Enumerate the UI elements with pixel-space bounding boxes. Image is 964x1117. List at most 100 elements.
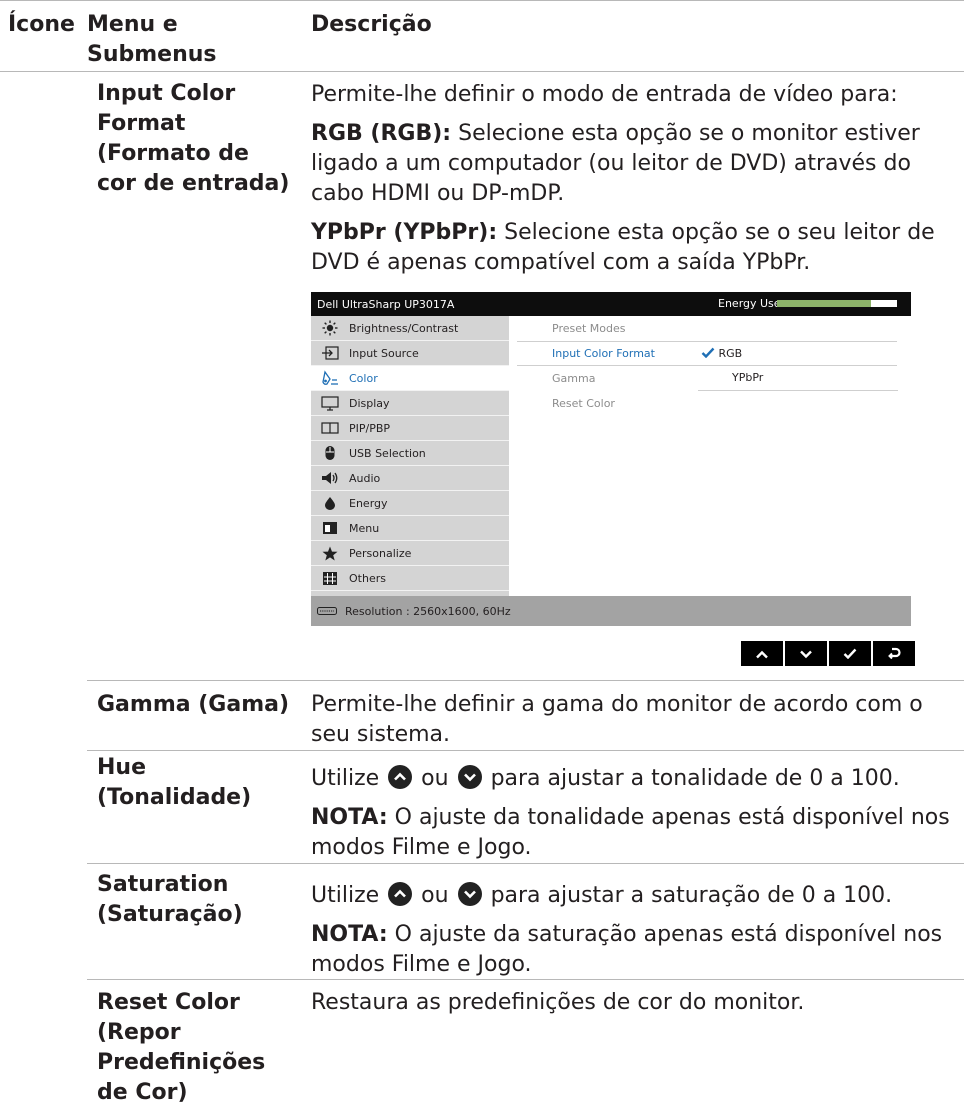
menu-icon	[311, 516, 349, 541]
term-line: Predefinições	[97, 1050, 266, 1075]
rgb-text: ligado a um computador (ou leitor de DVD…	[311, 151, 911, 176]
option-divider	[698, 390, 898, 391]
saturation-post: para ajustar a saturação de 0 a 100.	[490, 883, 893, 908]
mouse-icon	[311, 441, 349, 466]
hue-post: para ajustar a tonalidade de 0 a 100.	[490, 766, 900, 791]
term-line: (Repor	[97, 1020, 181, 1045]
desc-line: Permite-lhe definir a gama do monitor de…	[311, 692, 923, 717]
sun-icon	[311, 316, 349, 341]
osd-nav-buttons	[741, 641, 915, 666]
energy-use-label: Energy Use	[718, 297, 781, 310]
osd-menu-item-input-source[interactable]: Input Source	[311, 341, 509, 366]
osd-menu-item-display[interactable]: Display	[311, 391, 509, 416]
osd-screenshot: Dell UltraSharp UP3017A Energy Use Brigh…	[311, 292, 911, 626]
osd-submenu: Preset Modes Input Color Format Gamma Re…	[509, 316, 911, 596]
term-line: (Formato de	[97, 141, 249, 166]
flame-icon	[311, 491, 349, 516]
term-hue: Hue (Tonalidade)	[97, 753, 251, 813]
chevron-up-icon	[755, 644, 769, 663]
option-rgb-label: RGB	[718, 347, 743, 360]
note-text: O ajuste da saturação apenas está dispon…	[387, 922, 943, 947]
osd-menu-item-pip-pbp[interactable]: PIP/PBP	[311, 416, 509, 441]
note-text: modos Filme e Jogo.	[311, 835, 532, 860]
osd-main-menu: Brightness/Contrast Input Source Color D…	[311, 316, 509, 596]
header-rule	[0, 71, 964, 72]
check-icon	[843, 644, 857, 663]
term-line: Reset Color	[97, 990, 240, 1015]
down-circle-icon	[457, 765, 482, 789]
note-text: modos Filme e Jogo.	[311, 952, 532, 977]
star-icon	[311, 541, 349, 566]
ypbpr-text: Selecione esta opção se o seu leitor de	[497, 220, 935, 245]
osd-menu-item-brightness[interactable]: Brightness/Contrast	[311, 316, 509, 341]
desc-line: seu sistema.	[311, 722, 451, 747]
saturation-mid: ou	[421, 883, 449, 908]
term-gamma: Gamma (Gama)	[97, 692, 290, 717]
desc-ypbpr: YPbPr (YPbPr): Selecione esta opção se o…	[311, 218, 961, 278]
rgb-text: Selecione esta opção se o monitor estive…	[451, 121, 920, 146]
desc-gamma: Permite-lhe definir a gama do monitor de…	[311, 690, 961, 750]
top-rule	[0, 0, 964, 1]
osd-menu-label: Input Source	[349, 346, 419, 360]
column-header-menu-line1: Menu e	[87, 12, 178, 37]
osd-menu-label: Others	[349, 571, 386, 585]
option-ypbpr[interactable]: YPbPr	[732, 371, 763, 384]
osd-menu-item-color[interactable]: Color	[311, 366, 509, 391]
osd-menu-item-audio[interactable]: Audio	[311, 466, 509, 491]
port-icon	[317, 605, 337, 618]
desc-reset-color: Restaura as predefinições de cor do moni…	[311, 990, 805, 1015]
osd-menu-label: PIP/PBP	[349, 421, 391, 435]
osd-title-bar: Dell UltraSharp UP3017A Energy Use	[311, 292, 911, 316]
saturation-note: NOTA: O ajuste da saturação apenas está …	[311, 920, 961, 980]
note-label: NOTA:	[311, 805, 388, 830]
term-saturation: Saturation (Saturação)	[97, 870, 243, 930]
note-text: O ajuste da tonalidade apenas está dispo…	[387, 805, 950, 830]
ypbpr-label: YPbPr (YPbPr):	[311, 220, 498, 245]
confirm-button[interactable]	[829, 641, 871, 666]
color-icon	[311, 366, 349, 391]
osd-menu-label: Color	[349, 371, 378, 385]
hue-instruction: Utilize ou para ajustar a tonalidade de …	[311, 764, 961, 794]
osd-menu-label: Audio	[349, 471, 381, 485]
osd-menu-label: USB Selection	[349, 446, 426, 460]
saturation-pre: Utilize	[311, 883, 380, 908]
osd-menu-label: Energy	[349, 496, 388, 510]
desc-hue: Utilize ou para ajustar a tonalidade de …	[311, 764, 961, 863]
energy-use-fill	[777, 300, 871, 307]
monitor-icon	[311, 391, 349, 416]
osd-menu-item-energy[interactable]: Energy	[311, 491, 509, 516]
submenu-reset-color[interactable]: Reset Color	[517, 391, 897, 416]
osd-menu-label: Menu	[349, 521, 380, 535]
osd-menu-label: Brightness/Contrast	[349, 321, 459, 335]
osd-status-bar: Resolution : 2560x1600, 60Hz	[311, 596, 911, 626]
hue-note: NOTA: O ajuste da tonalidade apenas está…	[311, 803, 961, 863]
osd-menu-item-others[interactable]: Others	[311, 566, 509, 591]
osd-menu-item-personalize[interactable]: Personalize	[311, 541, 509, 566]
rgb-label: RGB (RGB):	[311, 121, 452, 146]
term-line: de Cor)	[97, 1080, 188, 1105]
column-header-menu-line2: Submenus	[87, 42, 217, 67]
osd-body: Brightness/Contrast Input Source Color D…	[311, 316, 911, 596]
osd-menu-item-menu[interactable]: Menu	[311, 516, 509, 541]
back-button[interactable]	[873, 641, 915, 666]
term-line: (Saturação)	[97, 902, 243, 927]
term-line: Hue	[97, 755, 146, 780]
note-label: NOTA:	[311, 922, 388, 947]
option-rgb[interactable]: RGB	[701, 347, 742, 360]
input-icon	[311, 341, 349, 366]
term-input-color-format: Input Color Format (Formato de cor de en…	[97, 79, 289, 199]
up-button[interactable]	[741, 641, 783, 666]
up-circle-icon	[388, 765, 413, 789]
saturation-instruction: Utilize ou para ajustar a saturação de 0…	[311, 881, 961, 911]
submenu-preset-modes[interactable]: Preset Modes	[517, 316, 897, 341]
osd-menu-item-usb-selection[interactable]: USB Selection	[311, 441, 509, 466]
rgb-text: cabo HDMI ou DP-mDP.	[311, 181, 565, 206]
term-reset-color: Reset Color (Repor Predefinições de Cor)	[97, 988, 265, 1108]
osd-resolution: Resolution : 2560x1600, 60Hz	[345, 604, 511, 618]
osd-title: Dell UltraSharp UP3017A	[317, 297, 455, 311]
row-rule	[87, 979, 964, 980]
check-icon	[701, 347, 715, 360]
up-circle-icon	[388, 882, 413, 906]
submenu-gamma[interactable]: Gamma	[517, 366, 897, 391]
down-button[interactable]	[785, 641, 827, 666]
